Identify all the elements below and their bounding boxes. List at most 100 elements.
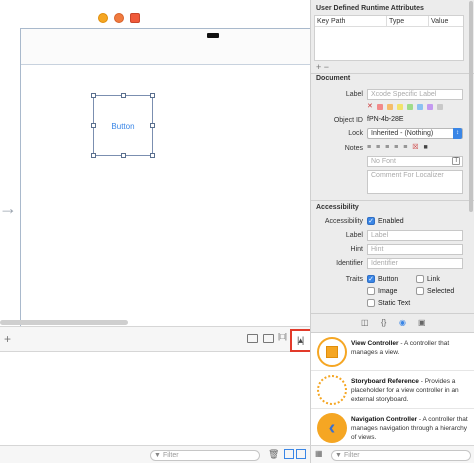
item-title: View Controller	[351, 340, 399, 347]
debug-filter-field[interactable]: ▼ Filter	[150, 450, 260, 461]
resolve-layout-icon: |▴|	[297, 335, 304, 345]
split-left-icon[interactable]	[284, 449, 294, 459]
notes-toolbar: ≡ ≡ ≡ ≡ ≡ ☒ ■	[367, 143, 463, 153]
trait-image-checkbox[interactable]	[367, 287, 375, 295]
color-swatch-green[interactable]	[407, 104, 413, 110]
add-plus-icon[interactable]: +	[4, 332, 11, 346]
resize-handle[interactable]	[121, 153, 126, 158]
column-key-path[interactable]: Key Path	[315, 16, 387, 26]
color-swatch-red[interactable]	[377, 104, 383, 110]
justify-icon[interactable]: ≡	[394, 144, 398, 151]
item-title: Storyboard Reference	[351, 378, 419, 385]
storyboard-canvas[interactable]: Button →	[0, 0, 310, 326]
lock-popup[interactable]: Inherited - (Nothing) ↕	[367, 128, 463, 139]
acc-label-label: Label	[345, 232, 363, 239]
trait-selected-checkbox[interactable]	[416, 287, 424, 295]
object-library-icon[interactable]: ◉	[399, 318, 406, 327]
enabled-label: Enabled	[378, 218, 404, 225]
scene-dock	[98, 13, 140, 25]
pin-icon[interactable]: |□|	[278, 332, 289, 341]
debug-bar: ▼ Filter 🗑	[0, 445, 310, 463]
view-controller-icon[interactable]	[98, 13, 108, 23]
udra-table-header: Key Path Type Value	[315, 16, 463, 27]
first-responder-icon[interactable]	[114, 13, 124, 23]
media-library-icon[interactable]: ▣	[418, 318, 426, 327]
color-swatch-gray[interactable]	[437, 104, 443, 110]
storyboard-reference-icon	[317, 375, 347, 405]
filter-icon: ▼	[335, 452, 342, 459]
acc-label-field[interactable]: Label	[367, 230, 463, 241]
document-label-field[interactable]: Xcode Specific Label	[367, 89, 463, 100]
udra-add-remove[interactable]: + −	[316, 62, 329, 72]
grid-view-icon[interactable]: ▦	[315, 449, 323, 458]
resize-handle[interactable]	[150, 153, 155, 158]
trait-button-checkbox[interactable]: ✓	[367, 275, 375, 283]
split-right-icon[interactable]	[296, 449, 306, 459]
code-snippet-icon[interactable]: {}	[381, 318, 386, 327]
color-swatch-purple[interactable]	[427, 104, 433, 110]
battery-icon	[207, 33, 219, 38]
library-filter-field[interactable]: ▼ Filter	[331, 450, 471, 461]
identifier-field[interactable]: Identifier	[367, 258, 463, 269]
resize-handle[interactable]	[91, 93, 96, 98]
document-section-title: Document	[316, 75, 351, 82]
entry-point-arrow-icon: →	[0, 198, 17, 218]
file-template-icon[interactable]: ◫	[361, 318, 369, 327]
lock-label: Lock	[348, 130, 363, 137]
stack-icon[interactable]	[263, 334, 274, 343]
attributes-inspector: User Defined Runtime Attributes Key Path…	[310, 0, 474, 313]
lock-value: Inherited - (Nothing)	[371, 130, 434, 137]
document-label-label: Label	[345, 91, 363, 98]
accessibility-section-title: Accessibility	[316, 204, 359, 211]
font-picker-icon[interactable]: T	[452, 157, 460, 165]
comment-field[interactable]: Comment For Localizer	[367, 170, 463, 194]
no-color-icon[interactable]: ✕	[367, 102, 373, 110]
trait-link-label: Link	[427, 276, 440, 283]
object-id-label: Object ID	[333, 117, 363, 124]
resize-handle[interactable]	[150, 123, 155, 128]
color-swatch-blue[interactable]	[417, 104, 423, 110]
accessibility-label: Accessibility	[324, 218, 363, 225]
traits-label: Traits	[345, 276, 363, 283]
trait-static-text-checkbox[interactable]	[367, 299, 375, 307]
trash-icon[interactable]: 🗑	[268, 449, 279, 460]
list-item[interactable]: ‹ Navigation Controller - A controller t…	[311, 409, 474, 447]
align-left-icon[interactable]: ≡	[367, 144, 371, 151]
selected-button[interactable]: Button	[91, 93, 155, 158]
list-item[interactable]: View Controller - A controller that mana…	[311, 333, 474, 371]
chevron-updown-icon: ↕	[453, 128, 462, 139]
resize-handle[interactable]	[91, 153, 96, 158]
list-item[interactable]: Storyboard Reference - Provides a placeh…	[311, 371, 474, 409]
column-type[interactable]: Type	[387, 16, 429, 26]
embed-in-stack-icon[interactable]	[247, 334, 258, 343]
resize-handle[interactable]	[150, 93, 155, 98]
align-center-icon[interactable]: ≡	[376, 144, 380, 151]
text-color-icon[interactable]: ■	[423, 144, 427, 151]
identifier-label: Identifier	[336, 260, 363, 267]
column-value[interactable]: Value	[429, 16, 463, 26]
trait-selected-label: Selected	[427, 288, 455, 295]
trait-link-checkbox[interactable]	[416, 275, 424, 283]
no-color-icon[interactable]: ☒	[412, 144, 418, 151]
filter-icon: ▼	[154, 452, 161, 459]
trait-button-label: Button	[378, 276, 399, 283]
accessibility-enabled-checkbox[interactable]: ✓	[367, 217, 375, 225]
trait-static-text-label: Static Text	[378, 300, 411, 307]
filter-placeholder: Filter	[344, 452, 360, 459]
canvas-lower-area	[0, 352, 310, 445]
resize-handle[interactable]	[121, 93, 126, 98]
hint-field[interactable]: Hint	[367, 244, 463, 255]
horizontal-scrollbar[interactable]	[0, 320, 128, 325]
align-right-icon[interactable]: ≡	[385, 144, 389, 151]
resize-handle[interactable]	[91, 123, 96, 128]
udra-table[interactable]: Key Path Type Value	[314, 15, 464, 61]
item-title: Navigation Controller	[351, 416, 418, 423]
color-swatch-yellow[interactable]	[397, 104, 403, 110]
hint-label: Hint	[350, 246, 363, 253]
natural-align-icon[interactable]: ≡	[403, 144, 407, 151]
canvas-bottom-bar: + |□|	[0, 326, 310, 352]
inspector-scrollbar[interactable]	[469, 1, 473, 212]
notes-font-field[interactable]: No Font T	[367, 156, 463, 167]
color-swatch-orange[interactable]	[387, 104, 393, 110]
exit-icon[interactable]	[130, 13, 140, 23]
